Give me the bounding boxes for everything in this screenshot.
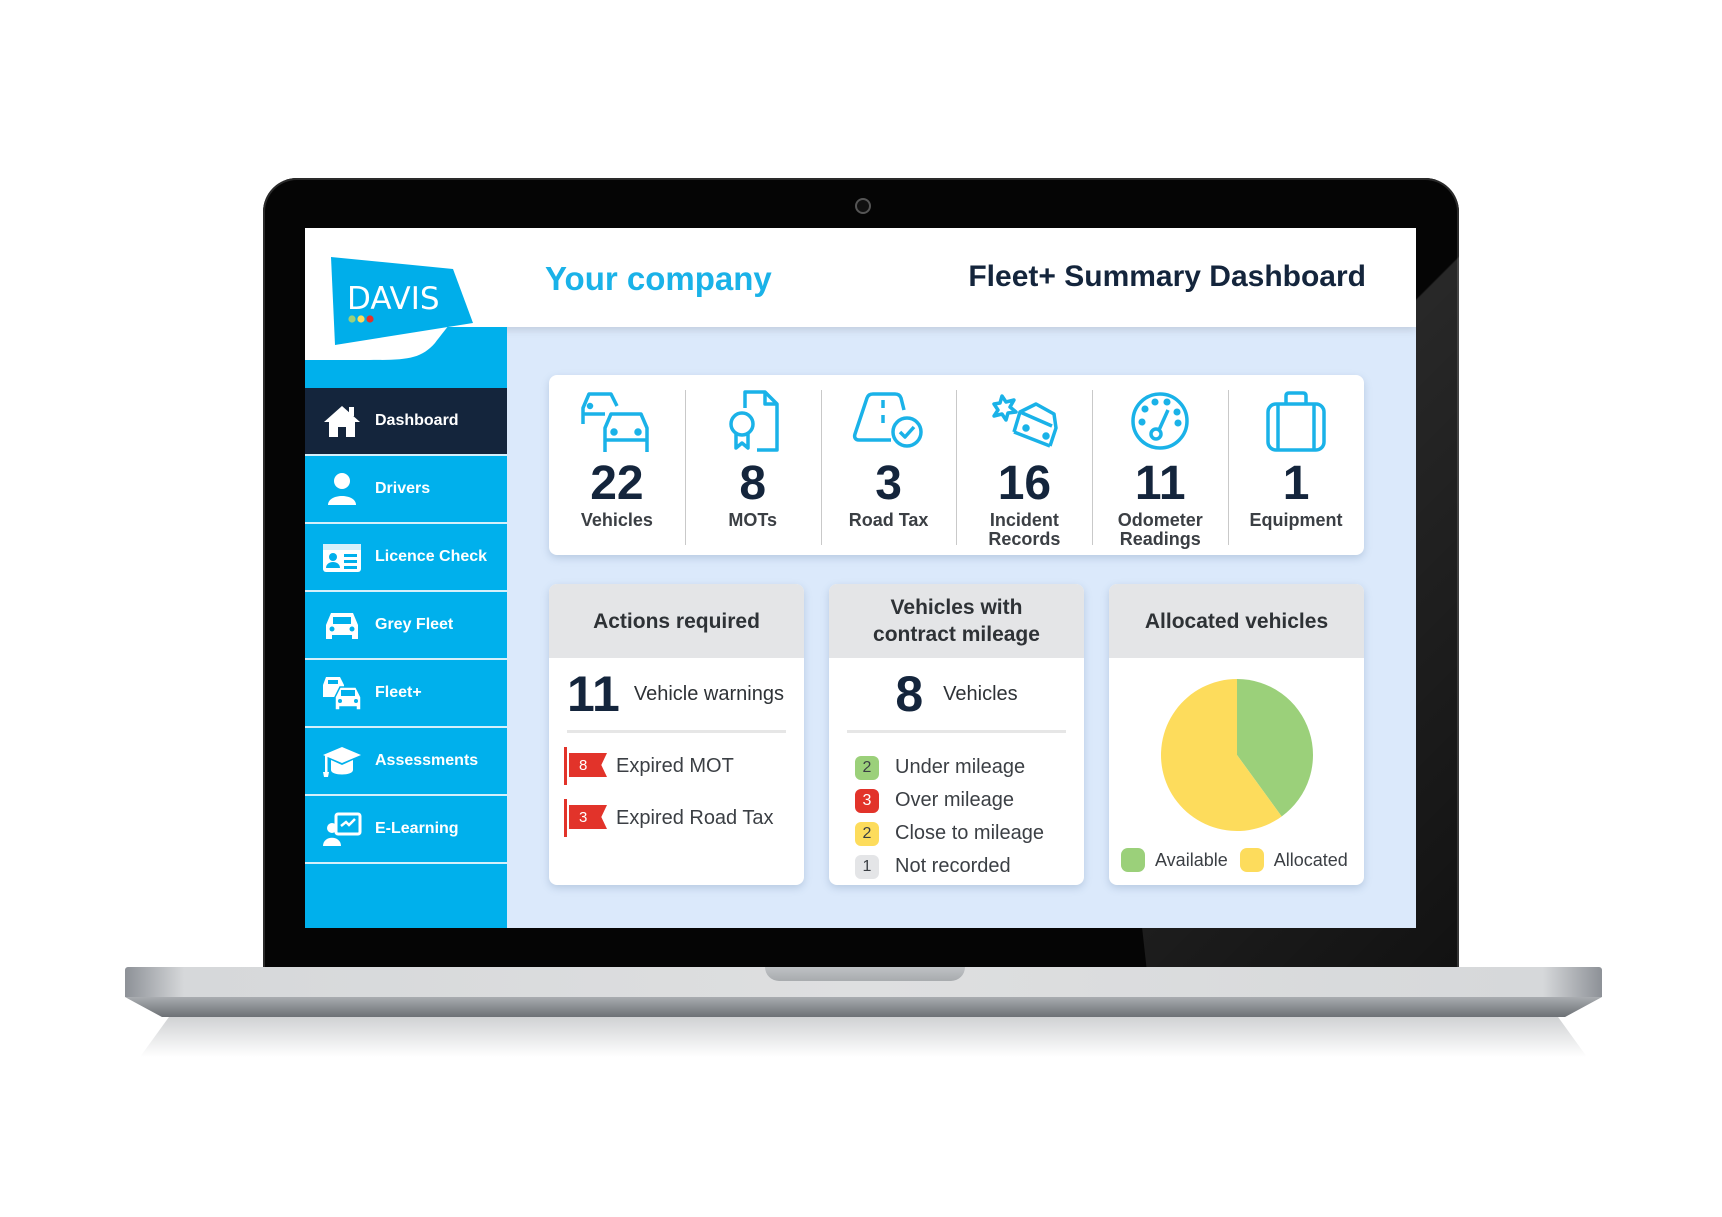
cars-icon <box>577 387 657 455</box>
vehicle-warnings-summary: 11 Vehicle warnings <box>567 658 786 733</box>
mileage-vehicles-count: 8 <box>895 666 924 722</box>
mileage-item[interactable]: 1 Not recorded <box>855 850 1084 883</box>
certificate-icon <box>713 387 793 455</box>
laptop-reflection <box>140 1017 1587 1057</box>
sidebar-nav: Dashboard Drivers Licence Check Grey Fle… <box>305 388 507 864</box>
sidebar-item-label: Grey Fleet <box>375 616 454 633</box>
sidebar-item-label: E-Learning <box>375 820 459 837</box>
mileage-vehicles-label: Vehicles <box>943 682 1018 705</box>
company-name: Your company <box>545 260 772 297</box>
sidebar-item-licence-check[interactable]: Licence Check <box>305 524 507 592</box>
laptop-notch <box>765 967 965 981</box>
count-badge: 2 <box>855 821 879 846</box>
car-crash-icon <box>984 387 1064 455</box>
mileage-item[interactable]: 2 Under mileage <box>855 751 1084 784</box>
laptop-base <box>125 967 1602 1017</box>
sidebar-item-label: Fleet+ <box>375 684 422 701</box>
stat-label: Equipment <box>1249 510 1343 530</box>
stat-vehicles[interactable]: 22 Vehicles <box>549 375 685 555</box>
stat-label: Odometer Readings <box>1117 510 1203 549</box>
logo-text: DAVIS <box>347 281 440 317</box>
stat-value: 3 <box>875 457 902 510</box>
sidebar-item-dashboard[interactable]: Dashboard <box>305 388 507 456</box>
legend-swatch-allocated <box>1239 848 1264 872</box>
mileage-item[interactable]: 3 Over mileage <box>855 784 1084 817</box>
mileage-label: Under mileage <box>895 756 1026 778</box>
action-label: Expired Road Tax <box>616 806 774 829</box>
legend-swatch-available <box>1121 848 1145 872</box>
sidebar-item-label: Assessments <box>375 752 479 769</box>
action-item[interactable]: 3 Expired Road Tax <box>564 799 804 837</box>
stat-value: 11 <box>1134 457 1186 510</box>
stat-label: Road Tax <box>848 510 929 530</box>
stat-value: 16 <box>997 457 1052 510</box>
actions-required-card[interactable]: Actions required 11 Vehicle warnings 8 E… <box>549 584 804 885</box>
card-title: Actions required <box>549 584 804 658</box>
sidebar-item-assessments[interactable]: Assessments <box>305 728 507 796</box>
sidebar-item-label: Drivers <box>375 480 431 497</box>
count-badge: 1 <box>855 854 879 879</box>
mileage-list: 2 Under mileage 3 Over mileage 2 Close to mil… <box>829 733 1084 883</box>
mileage-vehicles-summary: 8 Vehicles <box>847 658 1066 733</box>
sidebar-item-e-learning[interactable]: E-Learning <box>305 796 507 864</box>
flag-icon: 3 <box>564 799 608 837</box>
stat-mots[interactable]: 8 MOTs <box>684 375 821 555</box>
sidebar-item-label: Dashboard <box>375 412 459 429</box>
stat-odometer-readings[interactable]: 11 Odometer Readings <box>1092 375 1228 555</box>
road-check-icon <box>849 387 929 455</box>
flag-icon: 8 <box>564 747 608 785</box>
page-title: Fleet+ Summary Dashboard <box>968 260 1366 293</box>
stat-value: 1 <box>1282 457 1310 510</box>
gauge-icon <box>1120 387 1200 455</box>
legend-label: Available <box>1155 849 1228 870</box>
id-card-icon <box>319 537 365 577</box>
stat-incident-records[interactable]: 16 Incident Records <box>956 375 1092 555</box>
count-badge: 3 <box>855 788 879 813</box>
stat-value: 22 <box>590 457 644 510</box>
cars-icon <box>319 673 365 713</box>
davis-logo[interactable]: DAVIS <box>331 257 473 345</box>
action-label: Expired MOT <box>616 754 734 777</box>
sidebar-item-label: Licence Check <box>375 548 488 565</box>
graduation-cap-icon <box>319 741 365 781</box>
mileage-item[interactable]: 2 Close to mileage <box>855 817 1084 850</box>
card-title: Vehicles with contract mileage <box>829 584 1084 658</box>
pie-legend: Available Allocated <box>1121 848 1348 872</box>
car-icon <box>319 605 365 645</box>
presentation-icon <box>319 809 365 849</box>
allocated-pie-chart <box>1161 679 1313 831</box>
webcam-icon <box>855 198 871 214</box>
stat-road-tax[interactable]: 3 Road Tax <box>820 375 957 555</box>
stat-label: MOTs <box>728 510 778 530</box>
stat-equipment[interactable]: 1 Equipment <box>1228 375 1364 555</box>
summary-stats-card: 22 Vehicles 8 MOTs 3 Road Tax 16 Inciden… <box>549 375 1364 555</box>
stat-label: Vehicles <box>580 510 653 530</box>
action-item[interactable]: 8 Expired MOT <box>564 747 804 785</box>
user-icon <box>319 469 365 509</box>
mileage-label: Close to mileage <box>895 822 1044 844</box>
home-icon <box>319 401 365 441</box>
mileage-label: Over mileage <box>895 789 1014 811</box>
mileage-label: Not recorded <box>895 855 1011 877</box>
briefcase-icon <box>1256 387 1336 455</box>
stat-value: 8 <box>739 457 767 510</box>
sidebar-item-grey-fleet[interactable]: Grey Fleet <box>305 592 507 660</box>
screen: Your company Fleet+ Summary Dashboard DA… <box>305 228 1416 928</box>
stat-label: Incident Records <box>988 510 1061 549</box>
warnings-label: Vehicle warnings <box>633 682 784 705</box>
sidebar-item-fleet-plus[interactable]: Fleet+ <box>305 660 507 728</box>
legend-label: Allocated <box>1273 849 1348 870</box>
count-badge: 2 <box>855 755 879 780</box>
allocated-vehicles-card[interactable]: Allocated vehicles Available Allocated <box>1109 584 1364 885</box>
warnings-count: 11 <box>567 666 620 722</box>
sidebar-item-drivers[interactable]: Drivers <box>305 456 507 524</box>
contract-mileage-card[interactable]: Vehicles with contract mileage 8 Vehicle… <box>829 584 1084 885</box>
card-title: Allocated vehicles <box>1109 584 1364 658</box>
